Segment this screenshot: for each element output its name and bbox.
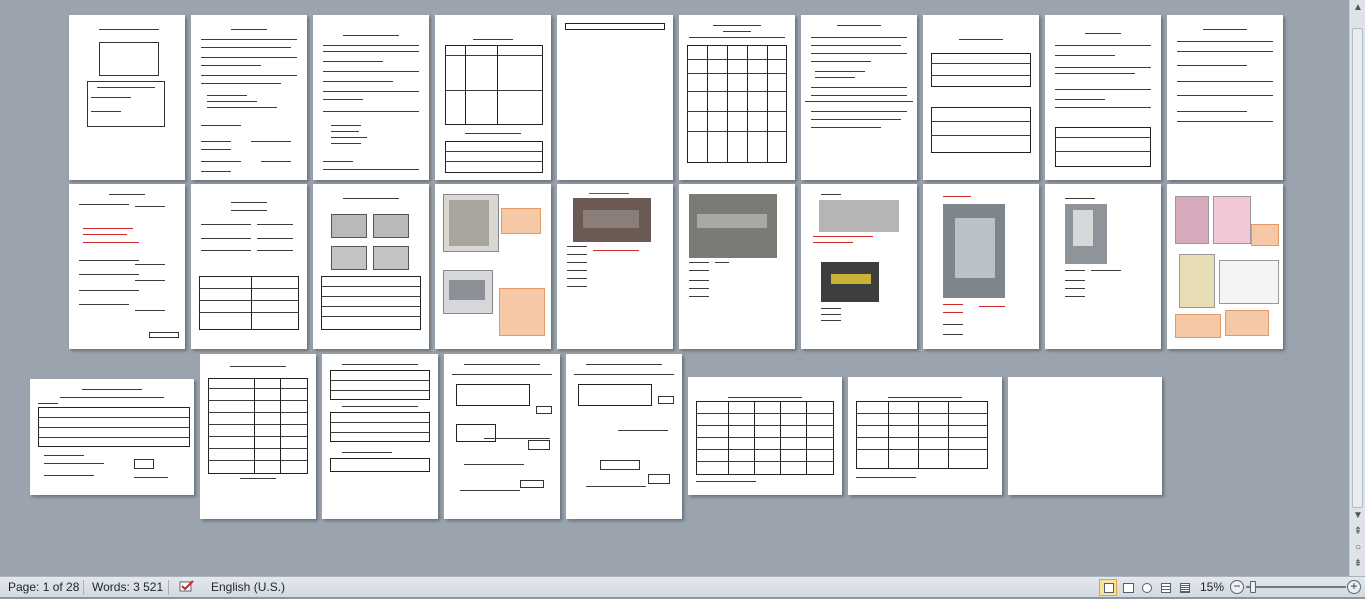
web-layout-icon[interactable] <box>1137 579 1155 596</box>
select-browse-object-icon[interactable]: ○ <box>1350 540 1365 556</box>
page-thumbnail[interactable] <box>679 15 795 180</box>
page-thumbnail[interactable] <box>435 184 551 349</box>
zoom-level[interactable]: 15% <box>1200 580 1224 595</box>
spellcheck-icon[interactable] <box>178 580 196 595</box>
page-thumbnail[interactable] <box>679 184 795 349</box>
print-layout-icon[interactable] <box>1099 579 1117 596</box>
page-thumbnail[interactable] <box>557 15 673 180</box>
word-count[interactable]: Words: 3 521 <box>92 580 163 595</box>
next-page-icon[interactable]: ⇟ <box>1350 556 1365 572</box>
page-thumbnail[interactable] <box>200 354 316 519</box>
scroll-down-arrow-icon[interactable]: ▼ <box>1350 508 1365 524</box>
page-thumbnail[interactable] <box>191 184 307 349</box>
page-thumbnail[interactable] <box>313 184 429 349</box>
page-thumbnail[interactable] <box>322 354 438 519</box>
page-thumbnail[interactable] <box>313 15 429 180</box>
draft-icon[interactable] <box>1175 579 1193 596</box>
page-thumbnail[interactable] <box>557 184 673 349</box>
document-workspace[interactable] <box>0 0 1349 576</box>
vertical-scrollbar[interactable]: ▲ ▼ ⇞ ○ ⇟ <box>1349 0 1365 576</box>
page-thumbnail[interactable] <box>688 377 842 495</box>
page-thumbnail[interactable] <box>1167 184 1283 349</box>
zoom-out-button[interactable]: − <box>1230 580 1244 594</box>
language-indicator[interactable]: English (U.S.) <box>211 580 285 595</box>
page-thumbnail[interactable] <box>1167 15 1283 180</box>
page-thumbnail[interactable] <box>1045 15 1161 180</box>
page-thumbnail[interactable] <box>30 379 194 495</box>
page-thumbnail[interactable] <box>923 184 1039 349</box>
page-thumbnail[interactable] <box>435 15 551 180</box>
status-bar: Page: 1 of 28 Words: 3 521 English (U.S.… <box>0 576 1365 597</box>
page-thumbnail[interactable] <box>1008 377 1162 495</box>
scroll-up-arrow-icon[interactable]: ▲ <box>1350 0 1365 16</box>
page-thumbnail[interactable] <box>191 15 307 180</box>
page-thumbnail[interactable] <box>801 184 917 349</box>
page-thumbnail[interactable] <box>566 354 682 519</box>
zoom-slider[interactable] <box>1246 586 1346 588</box>
full-screen-reading-icon[interactable] <box>1118 579 1136 596</box>
page-thumbnail[interactable] <box>923 15 1039 180</box>
page-count[interactable]: Page: 1 of 28 <box>8 580 79 595</box>
page-thumbnail[interactable] <box>69 15 185 180</box>
zoom-slider-thumb[interactable] <box>1250 581 1256 593</box>
page-thumbnail[interactable] <box>444 354 560 519</box>
page-thumbnail[interactable] <box>801 15 917 180</box>
previous-page-icon[interactable]: ⇞ <box>1350 524 1365 540</box>
zoom-in-button[interactable]: + <box>1347 580 1361 594</box>
outline-icon[interactable] <box>1156 579 1174 596</box>
page-thumbnail[interactable] <box>69 184 185 349</box>
page-thumbnail[interactable] <box>1045 184 1161 349</box>
page-thumbnail[interactable] <box>848 377 1002 495</box>
scrollbar-thumb[interactable] <box>1352 28 1363 508</box>
